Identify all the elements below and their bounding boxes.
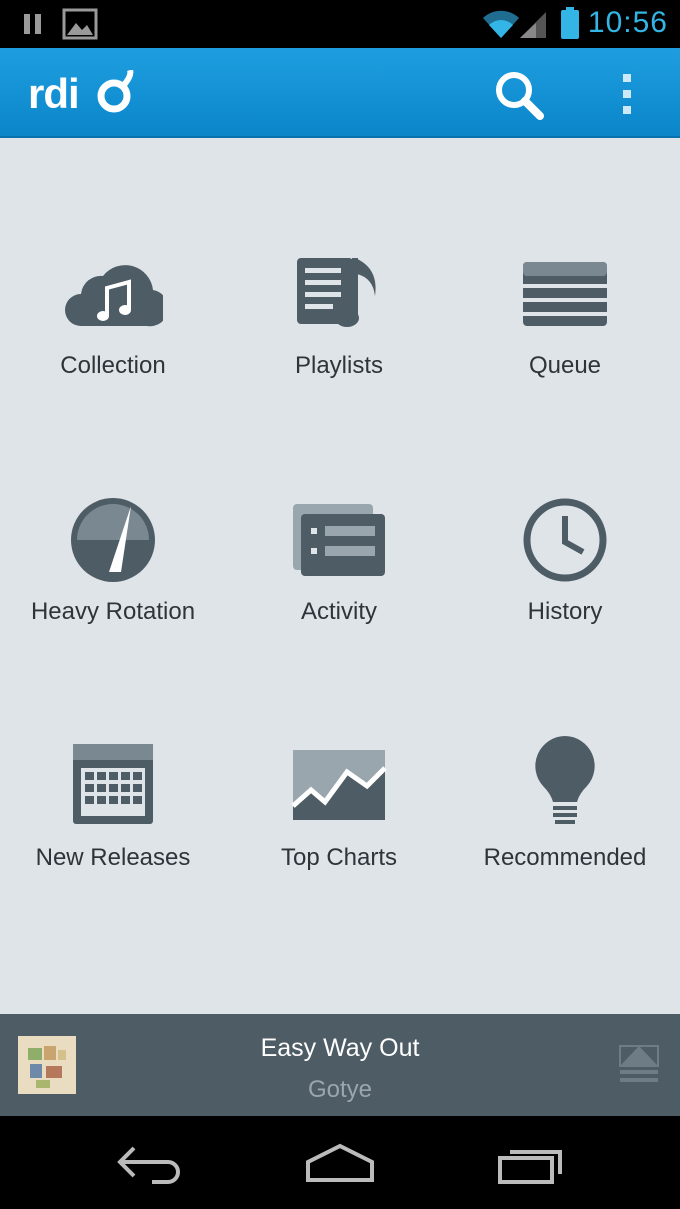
system-nav-bar: [0, 1116, 680, 1209]
chart-icon: [291, 750, 387, 820]
activity-icon: [293, 504, 385, 576]
tile-heavy-rotation[interactable]: Heavy Rotation: [0, 476, 226, 716]
signal-icon: [520, 12, 546, 38]
recent-apps-icon[interactable]: [490, 1140, 570, 1186]
now-playing-bar[interactable]: Easy Way Out Gotye: [0, 1014, 680, 1116]
home-icon[interactable]: [300, 1140, 380, 1186]
tile-label: New Releases: [35, 844, 191, 871]
tile-queue[interactable]: Queue: [452, 230, 678, 470]
tile-label: Queue: [528, 352, 602, 379]
tile-playlists[interactable]: Playlists: [226, 230, 452, 470]
home-grid: Collection Playlists Queue Heavy Rotatio…: [0, 138, 680, 1014]
status-bar: 10:56: [0, 0, 680, 48]
tile-recommended[interactable]: Recommended: [452, 722, 678, 962]
tile-top-charts[interactable]: Top Charts: [226, 722, 452, 962]
tile-label: Heavy Rotation: [30, 598, 196, 625]
cloud-music-icon: [65, 265, 163, 327]
status-clock: 10:56: [587, 6, 668, 39]
track-artist: Gotye: [307, 1076, 373, 1103]
tile-label: Recommended: [483, 844, 647, 871]
app-bar: rdi: [0, 48, 680, 138]
tile-new-releases[interactable]: New Releases: [0, 722, 226, 962]
battery-icon: [561, 7, 579, 39]
lightbulb-icon: [535, 736, 595, 824]
tile-label: History: [527, 598, 603, 625]
album-art[interactable]: [18, 1036, 76, 1094]
tile-label: Playlists: [294, 352, 384, 379]
svg-text:rdi: rdi: [28, 70, 79, 116]
tile-label: Top Charts: [280, 844, 398, 871]
rdio-logo[interactable]: rdi: [28, 70, 138, 116]
queue-icon: [523, 262, 607, 326]
overflow-menu-icon[interactable]: [614, 70, 640, 118]
tile-collection[interactable]: Collection: [0, 230, 226, 470]
calendar-icon: [73, 744, 153, 824]
clock-icon: [523, 498, 607, 582]
track-title: Easy Way Out: [260, 1034, 420, 1062]
eject-icon[interactable]: [616, 1042, 662, 1086]
image-icon: [62, 8, 98, 40]
pause-icon: [24, 14, 41, 34]
gauge-icon: [71, 498, 155, 582]
tile-label: Activity: [300, 598, 377, 625]
tile-label: Collection: [60, 352, 166, 379]
playlist-icon: [297, 258, 376, 327]
tile-activity[interactable]: Activity: [226, 476, 452, 716]
back-icon[interactable]: [112, 1140, 192, 1186]
tile-history[interactable]: History: [452, 476, 678, 716]
wifi-icon: [483, 10, 519, 38]
search-icon[interactable]: [490, 68, 552, 120]
